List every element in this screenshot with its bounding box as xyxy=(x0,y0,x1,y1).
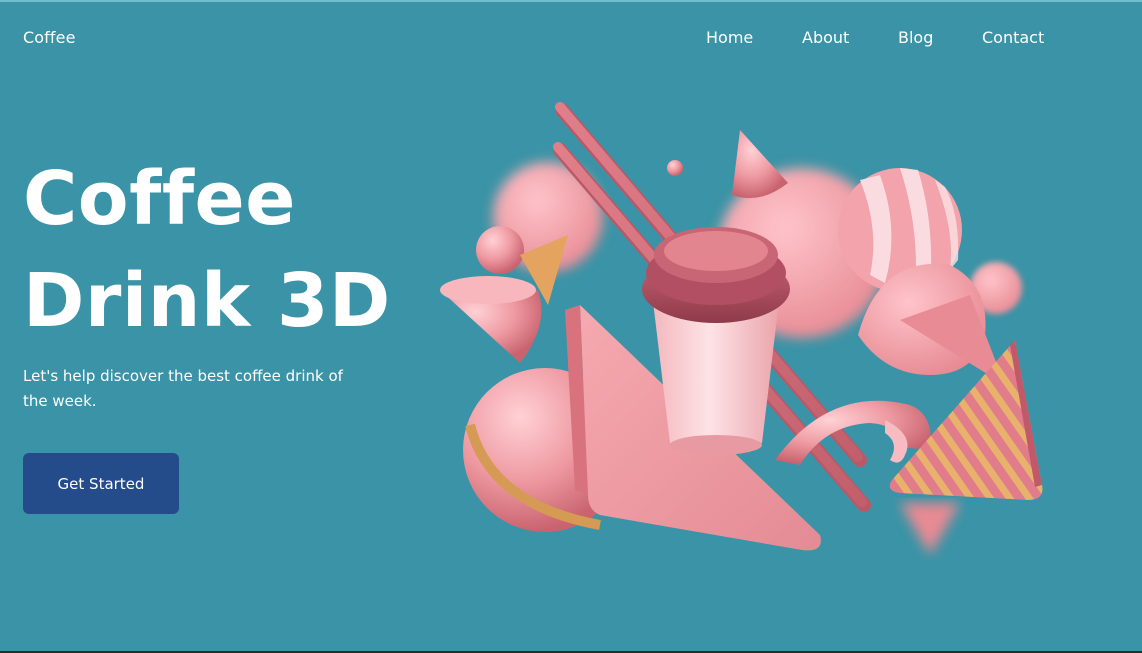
hero-title-line-2: Drink 3D xyxy=(23,258,391,344)
hero-title-line-1: Coffee xyxy=(23,156,296,242)
top-border xyxy=(0,0,1142,2)
brand-logo[interactable]: Coffee xyxy=(23,28,76,47)
nav-link-contact[interactable]: Contact xyxy=(982,28,1062,47)
hero-title: Coffee Drink 3D xyxy=(23,148,443,352)
hero-subtitle: Let's help discover the best coffee drin… xyxy=(23,367,343,410)
main-nav: Home About Blog Contact xyxy=(706,28,1062,47)
get-started-button[interactable]: Get Started xyxy=(23,453,179,514)
coffee-cup-3d-illustration xyxy=(440,102,1043,555)
nav-link-about[interactable]: About xyxy=(802,28,898,47)
nav-link-home[interactable]: Home xyxy=(706,28,802,47)
nav-link-blog[interactable]: Blog xyxy=(898,28,982,47)
